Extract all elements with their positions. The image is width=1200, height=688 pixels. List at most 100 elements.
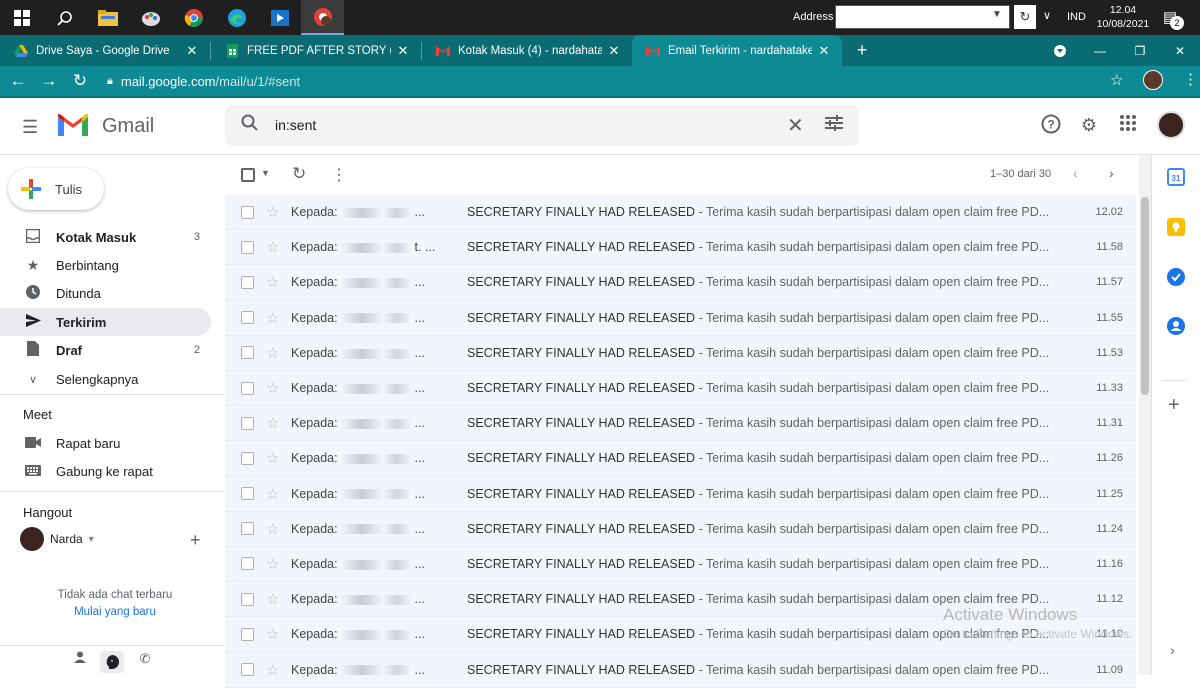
- bookmark-star-icon[interactable]: ☆: [1110, 71, 1123, 89]
- table-row[interactable]: ☆ Kepada: ... SECRETARY FINALLY HAD RELEAS…: [225, 335, 1136, 371]
- table-row[interactable]: ☆ Kepada: ... SECRETARY FINALLY HAD RELEAS…: [225, 476, 1136, 512]
- row-checkbox[interactable]: [241, 275, 254, 289]
- search-icon[interactable]: [241, 114, 258, 136]
- close-icon[interactable]: ✕: [606, 43, 622, 59]
- sidebar-item-starred[interactable]: ★ Berbintang: [0, 251, 211, 279]
- row-checkbox[interactable]: [241, 451, 254, 465]
- browser-tab[interactable]: Kotak Masuk (4) - nardahatake@ ✕: [422, 35, 632, 66]
- hangout-user[interactable]: Narda ▼: [20, 527, 96, 551]
- browser-tab-active[interactable]: Email Terkirim - nardahatake04@ ✕: [632, 35, 842, 66]
- close-icon[interactable]: ✕: [184, 43, 200, 59]
- close-window-icon[interactable]: ✕: [1160, 35, 1200, 66]
- table-row[interactable]: ☆ Kepada: ... SECRETARY FINALLY HAD RELEAS…: [225, 265, 1136, 301]
- table-row[interactable]: ☆ Kepada: ... SECRETARY FINALLY HAD RELEAS…: [225, 406, 1136, 442]
- contacts-icon[interactable]: [1167, 317, 1185, 335]
- new-tab-button[interactable]: +: [848, 35, 876, 66]
- paint-icon[interactable]: [129, 0, 172, 35]
- scrollbar-thumb[interactable]: [1141, 197, 1149, 395]
- chevron-right-icon[interactable]: ›: [1170, 642, 1175, 658]
- tasks-icon[interactable]: [1167, 268, 1185, 286]
- row-checkbox[interactable]: [241, 311, 254, 325]
- profile-avatar[interactable]: [1143, 70, 1163, 90]
- hangouts-chat-icon[interactable]: ": [100, 651, 124, 673]
- table-row[interactable]: ☆ Kepada: ... SECRETARY FINALLY HAD RELEAS…: [225, 652, 1136, 688]
- chevron-down-icon[interactable]: ▼: [992, 9, 1002, 20]
- table-row[interactable]: ☆ Kepada: ... SECRETARY FINALLY HAD RELEAS…: [225, 546, 1136, 583]
- account-avatar[interactable]: [1157, 111, 1185, 139]
- clear-search-icon[interactable]: ✕: [787, 113, 804, 138]
- back-icon[interactable]: ←: [5, 67, 31, 95]
- row-checkbox[interactable]: [241, 592, 254, 606]
- next-page-icon[interactable]: ›: [1109, 165, 1114, 181]
- refresh-icon[interactable]: ↻: [292, 164, 306, 184]
- browser-tab[interactable]: Drive Saya - Google Drive ✕: [0, 35, 210, 66]
- person-icon[interactable]: [68, 651, 92, 673]
- compose-button[interactable]: Tulis: [8, 168, 104, 210]
- gmail-logo-icon[interactable]: [58, 114, 88, 136]
- lock-icon[interactable]: 🔒︎: [107, 75, 113, 88]
- more-options-icon[interactable]: ⋮: [331, 165, 347, 185]
- table-row[interactable]: ☆ Kepada: ... SECRETARY FINALLY HAD RELEAS…: [225, 195, 1136, 231]
- mail-search-box[interactable]: in:sent ✕: [225, 105, 859, 146]
- reload-icon[interactable]: ↻: [67, 67, 93, 95]
- star-icon[interactable]: ☆: [266, 485, 279, 503]
- row-checkbox[interactable]: [241, 240, 254, 254]
- refresh-icon[interactable]: ↻: [1014, 5, 1036, 29]
- system-clock[interactable]: 12.04 10/08/2021: [1096, 3, 1150, 31]
- table-row[interactable]: ☆ Kepada: ... SECRETARY FINALLY HAD RELEAS…: [225, 370, 1136, 407]
- media-player-icon[interactable]: [258, 0, 301, 35]
- star-icon[interactable]: ☆: [266, 203, 279, 221]
- search-options-icon[interactable]: [825, 115, 843, 136]
- row-checkbox[interactable]: [241, 381, 254, 395]
- file-explorer-icon[interactable]: [86, 0, 129, 35]
- meet-join-meeting[interactable]: Gabung ke rapat: [0, 457, 211, 485]
- star-icon[interactable]: ☆: [266, 238, 279, 256]
- apps-grid-icon[interactable]: [1117, 114, 1139, 136]
- chrome-profile-icon[interactable]: [301, 0, 344, 35]
- star-icon[interactable]: ☆: [266, 555, 279, 573]
- edge-icon[interactable]: [215, 0, 258, 35]
- phone-icon[interactable]: ✆: [133, 651, 157, 673]
- sidebar-item-drafts[interactable]: Draf 2: [0, 336, 211, 364]
- browser-menu-icon[interactable]: ⋮: [1183, 70, 1198, 88]
- close-icon[interactable]: ✕: [816, 43, 832, 59]
- select-dropdown-icon[interactable]: ▼: [261, 168, 270, 178]
- language-indicator[interactable]: IND: [1067, 11, 1086, 23]
- star-icon[interactable]: ☆: [266, 625, 279, 643]
- star-icon[interactable]: ☆: [266, 661, 279, 679]
- chrome-icon[interactable]: [172, 0, 215, 35]
- close-icon[interactable]: ✕: [395, 43, 411, 59]
- search-input[interactable]: in:sent: [275, 117, 316, 133]
- table-row[interactable]: ☆ Kepada: ... SECRETARY FINALLY HAD RELEAS…: [225, 441, 1136, 477]
- star-icon[interactable]: ☆: [266, 449, 279, 467]
- star-icon[interactable]: ☆: [266, 414, 279, 432]
- address-toolbar-input[interactable]: [835, 5, 1010, 29]
- row-checkbox[interactable]: [241, 557, 254, 571]
- star-icon[interactable]: ☆: [266, 273, 279, 291]
- windows-start-icon[interactable]: [0, 0, 43, 35]
- settings-gear-icon[interactable]: ⚙: [1078, 114, 1100, 136]
- star-icon[interactable]: ☆: [266, 309, 279, 327]
- star-icon[interactable]: ☆: [266, 344, 279, 362]
- chevron-down-icon[interactable]: ∨: [1043, 9, 1051, 22]
- row-checkbox[interactable]: [241, 487, 254, 501]
- add-addon-icon[interactable]: +: [1168, 394, 1180, 417]
- row-checkbox[interactable]: [241, 522, 254, 536]
- row-checkbox[interactable]: [241, 663, 254, 677]
- sidebar-item-inbox[interactable]: Kotak Masuk 3: [0, 223, 211, 251]
- address-bar[interactable]: mail.google.com/mail/u/1/#sent: [121, 74, 300, 89]
- keep-icon[interactable]: [1167, 218, 1185, 236]
- select-all-checkbox[interactable]: [241, 168, 255, 182]
- search-icon[interactable]: [43, 0, 86, 35]
- minimize-icon[interactable]: —: [1080, 35, 1120, 66]
- table-row[interactable]: ☆ Kepada: ... SECRETARY FINALLY HAD RELEAS…: [225, 511, 1136, 547]
- row-checkbox[interactable]: [241, 346, 254, 360]
- maximize-icon[interactable]: ❐: [1120, 35, 1160, 66]
- star-icon[interactable]: ☆: [266, 520, 279, 538]
- calendar-icon[interactable]: 31: [1167, 168, 1185, 186]
- previous-page-icon[interactable]: ‹: [1073, 165, 1078, 181]
- help-icon[interactable]: ?: [1040, 114, 1062, 136]
- tab-search-icon[interactable]: [1040, 35, 1080, 66]
- browser-tab[interactable]: FREE PDF AFTER STORY (Jawaban ✕: [211, 35, 421, 66]
- sidebar-item-more[interactable]: ∨ Selengkapnya: [0, 365, 211, 393]
